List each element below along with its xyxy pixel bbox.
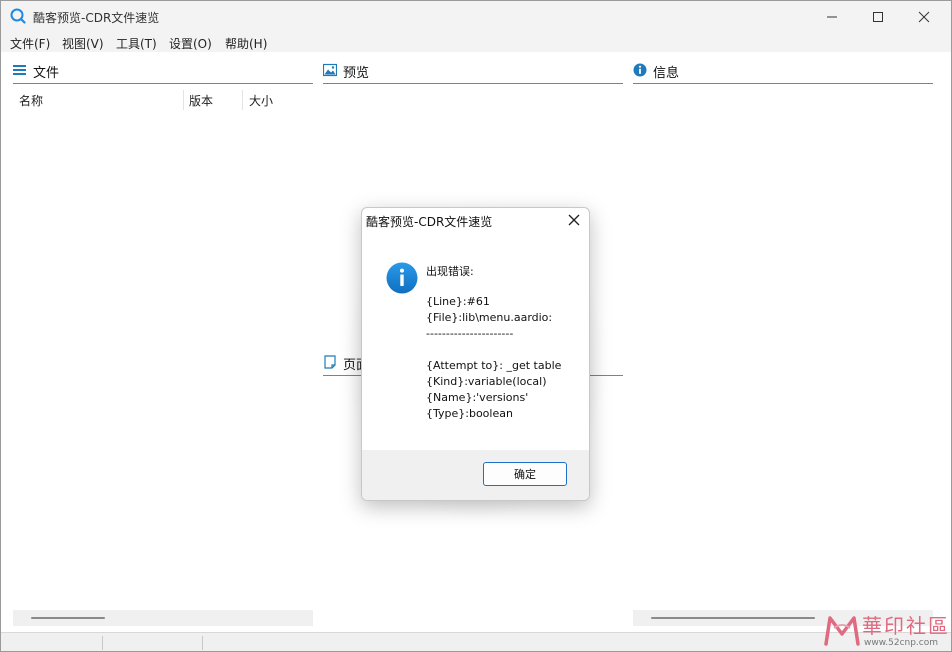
dialog-message-line: {Attempt to}: _get table [426,359,562,372]
column-divider[interactable] [242,90,243,110]
status-divider [202,636,203,650]
close-icon [568,214,580,226]
status-divider [102,636,103,650]
page-icon [324,355,336,369]
menu-settings[interactable]: 设置(O) [169,35,212,52]
scrollbar-thumb[interactable] [651,617,815,619]
info-panel-title: 信息 [653,66,680,81]
minimize-button[interactable] [809,1,855,32]
menu-view[interactable]: 视图(V) [62,35,104,52]
dialog-title: 酷客预览-CDR文件速览 [366,215,493,229]
preview-panel-title: 预览 [343,66,370,81]
dialog-message-line: {Line}:#61 [426,295,490,308]
dialog-message-line: {Name}:'versions' [426,391,529,404]
info-icon [633,63,647,77]
info-icon [386,262,418,294]
menu-bar: 文件(F) 视图(V) 工具(T) 设置(O) 帮助(H) [1,32,951,52]
file-list-header: 名称 版本 大小 [13,89,313,111]
close-icon [918,11,930,23]
files-panel-header: 文件 [13,57,313,84]
search-app-icon [10,8,26,24]
list-icon [13,65,26,75]
column-version[interactable]: 版本 [189,92,213,109]
files-horizontal-scrollbar[interactable] [13,610,313,626]
status-bar [1,632,951,651]
site-watermark: 華印社區 www.52cnp.com [820,608,950,652]
title-bar[interactable]: 酷客预览-CDR文件速览 [1,1,951,32]
column-size[interactable]: 大小 [249,92,273,109]
maximize-button[interactable] [855,1,901,32]
column-name[interactable]: 名称 [19,92,43,109]
scrollbar-thumb[interactable] [31,617,105,619]
preview-panel-header: 预览 [323,57,623,84]
dialog-close-button[interactable] [560,208,588,232]
dialog-message-line: {Type}:boolean [426,407,513,420]
image-icon [323,63,337,77]
menu-tools[interactable]: 工具(T) [116,35,157,52]
maximize-icon [873,12,883,22]
watermark-logo-icon [824,616,860,646]
column-divider[interactable] [183,90,184,110]
menu-help[interactable]: 帮助(H) [225,35,267,52]
dialog-message-line: ---------------------- [426,327,514,340]
dialog-message-line: 出现错误: [426,265,474,278]
watermark-url: www.52cnp.com [864,638,939,648]
watermark-text: 華印社區 [862,614,950,638]
dialog-message-line: {File}:lib\menu.aardio: [426,311,553,324]
error-dialog: 酷客预览-CDR文件速览 出现错误: {Line}:#61 {File}:lib… [361,207,590,501]
info-panel-header: 信息 [633,57,933,84]
minimize-icon [827,16,837,18]
dialog-message-line: {Kind}:variable(local) [426,375,547,388]
menu-file[interactable]: 文件(F) [10,35,50,52]
dialog-footer: 确定 [362,450,589,500]
files-panel-title: 文件 [33,66,60,81]
close-button[interactable] [901,1,947,32]
ok-button[interactable]: 确定 [483,462,567,486]
window-title: 酷客预览-CDR文件速览 [33,11,160,25]
